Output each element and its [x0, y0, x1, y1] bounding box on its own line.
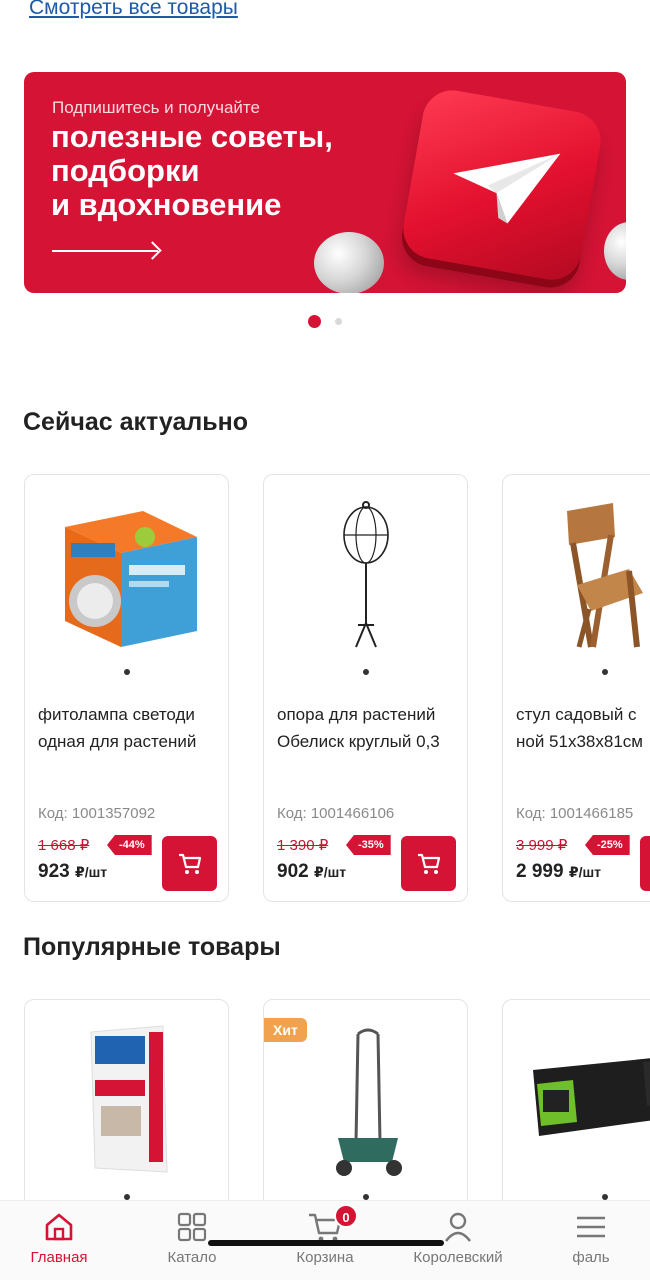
banner-pagination[interactable]: [308, 315, 342, 328]
product-price: 2 999 ₽/шт: [516, 861, 601, 882]
cart-icon: [417, 853, 440, 874]
image-pagination-dot: [602, 669, 608, 675]
image-pagination-dot: [363, 669, 369, 675]
catalog-grid-icon: [177, 1212, 207, 1242]
cart-icon: [178, 853, 201, 874]
old-price: 1 390 ₽: [277, 837, 329, 854]
product-card[interactable]: [24, 999, 229, 1200]
profile-icon: [445, 1212, 471, 1242]
product-name: стул садовый с ной 51х38х81см: [516, 705, 643, 751]
home-icon: [45, 1213, 73, 1241]
add-to-cart-button[interactable]: [401, 836, 456, 891]
product-code: Код: 1001357092: [38, 805, 156, 822]
see-all-products-link[interactable]: Смотреть все товары: [29, 0, 238, 20]
add-to-cart-button[interactable]: [640, 836, 650, 891]
image-pagination-dot: [124, 669, 130, 675]
product-card[interactable]: Хит: [263, 999, 468, 1200]
product-card[interactable]: фитолампа светоди одная для растений Код…: [24, 474, 229, 902]
nav-cart[interactable]: 0 Корзина: [270, 1204, 380, 1266]
nav-label: Главная: [30, 1249, 88, 1266]
nav-label: Корзина: [296, 1249, 354, 1266]
pagination-dot[interactable]: [335, 318, 342, 325]
popular-products-carousel[interactable]: Хит: [24, 999, 650, 1200]
subscribe-banner[interactable]: Подпишитесь и получайте полезные советы,…: [24, 72, 626, 293]
arrow-right-icon: [52, 250, 158, 252]
nav-catalog[interactable]: Катало: [137, 1211, 247, 1266]
product-price: 902 ₽/шт: [277, 861, 347, 882]
product-image-garden-spreader: [264, 1022, 467, 1182]
menu-icon: [577, 1216, 605, 1238]
current-products-carousel[interactable]: фитолампа светоди одная для растений Код…: [24, 474, 650, 904]
product-image-garden-chair: [503, 497, 650, 657]
product-card[interactable]: стул садовый с ной 51х38х81см Код: 10014…: [502, 474, 650, 902]
cart-count-badge: 0: [334, 1204, 358, 1228]
product-price: 923 ₽/шт: [38, 861, 108, 882]
discount-badge: -25%: [585, 835, 630, 855]
product-image-knauf-rotband: [25, 1022, 228, 1182]
nav-menu[interactable]: фаль: [536, 1211, 646, 1266]
product-code: Код: 1001466185: [516, 805, 634, 822]
product-card[interactable]: опора для растений Обелиск круглый 0,3 К…: [263, 474, 468, 902]
nav-label: Катало: [167, 1249, 217, 1266]
product-code: Код: 1001466106: [277, 805, 395, 822]
nav-profile[interactable]: Королевский: [403, 1211, 513, 1266]
banner-headline: полезные советы, подборки и вдохновение: [51, 119, 333, 222]
nav-home[interactable]: Главная: [4, 1211, 114, 1266]
product-image-plant-support: [264, 497, 467, 657]
banner-kicker: Подпишитесь и получайте: [52, 98, 260, 117]
home-indicator[interactable]: [208, 1240, 444, 1246]
product-name: фитолампа светоди одная для растений: [38, 705, 197, 751]
nav-label: фаль: [572, 1249, 610, 1266]
telegram-paper-plane-icon: [398, 85, 606, 285]
coin-decoration: [604, 222, 626, 280]
product-image-battery-pack: [503, 1022, 650, 1182]
add-to-cart-button[interactable]: [162, 836, 217, 891]
product-image-grow-lamp: [25, 497, 228, 657]
nav-label: Королевский: [413, 1249, 503, 1266]
product-name: опора для растений Обелиск круглый 0,3: [277, 705, 440, 751]
discount-badge: -44%: [107, 835, 152, 855]
old-price: 1 668 ₽: [38, 837, 90, 854]
product-card[interactable]: [502, 999, 650, 1200]
discount-badge: -35%: [346, 835, 391, 855]
pagination-dot-active[interactable]: [308, 315, 321, 328]
old-price: 3 999 ₽: [516, 837, 568, 854]
section-title-current: Сейчас актуально: [23, 408, 248, 436]
coin-decoration: [314, 232, 384, 293]
section-title-popular: Популярные товары: [23, 933, 281, 961]
